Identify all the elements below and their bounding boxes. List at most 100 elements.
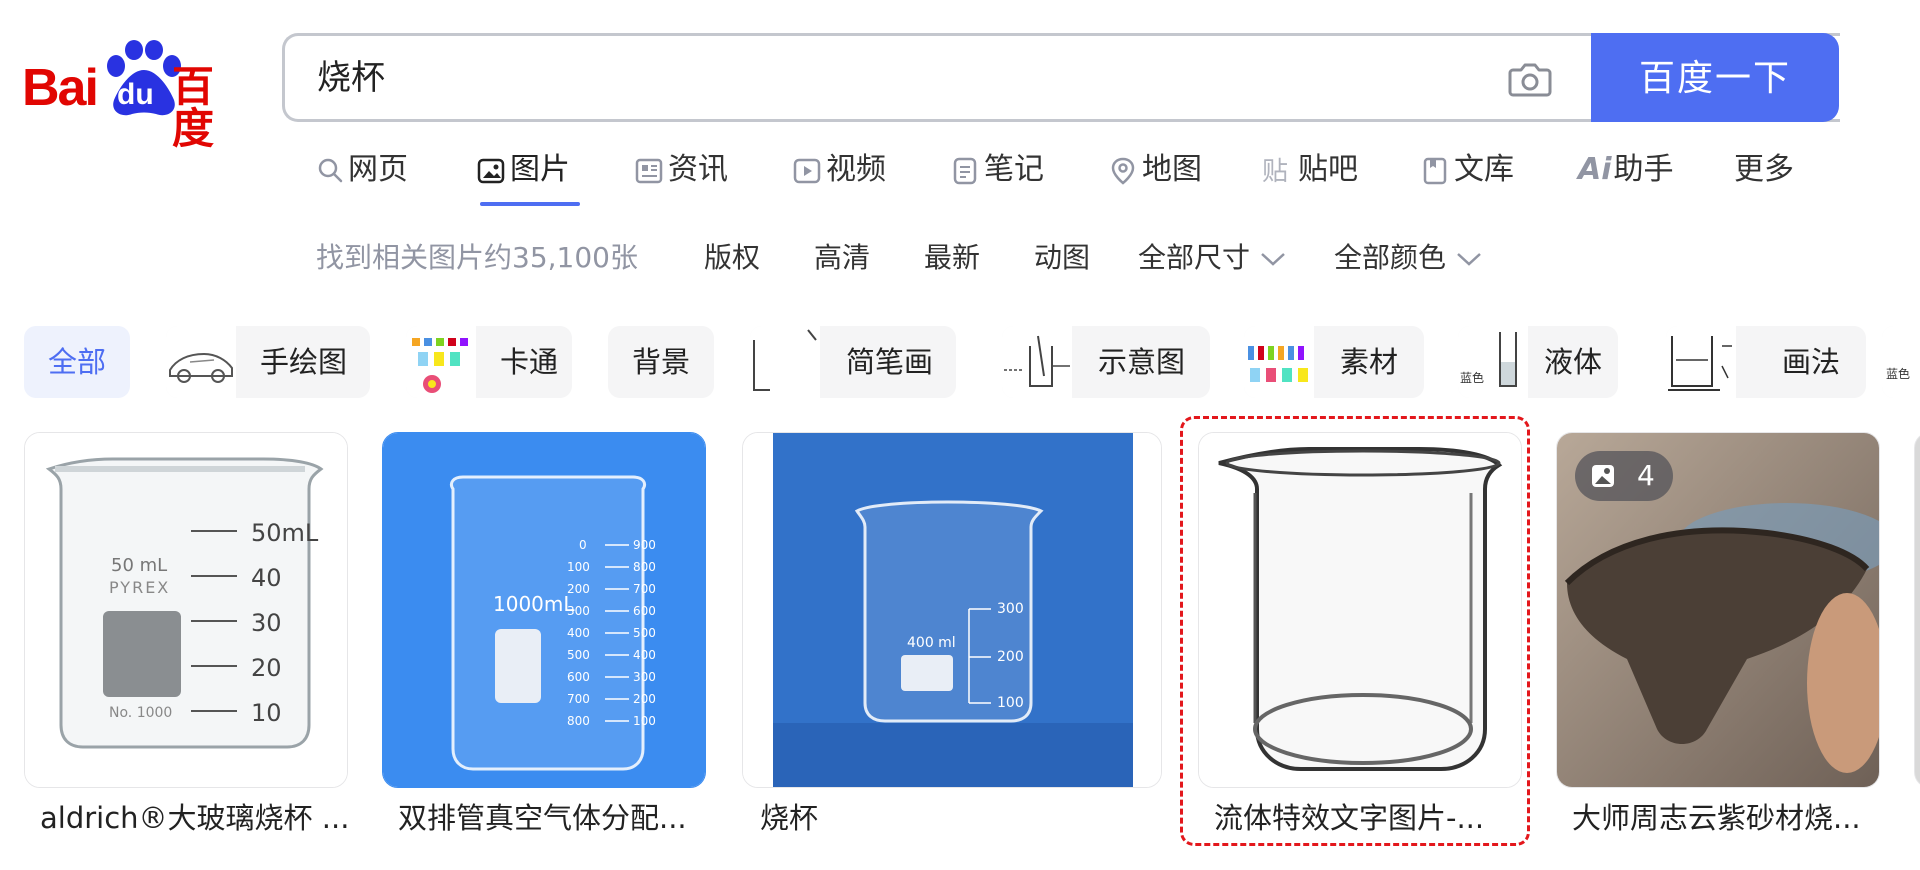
tab-label: 贴吧 (1298, 152, 1358, 187)
tab-news[interactable]: 资讯 (634, 150, 728, 210)
tab-label: 更多 (1734, 152, 1794, 187)
chip-label: 示意图 (1098, 345, 1186, 379)
svg-text:贴: 贴 (1262, 157, 1288, 186)
image-caption[interactable]: aldrich®大玻璃烧杯 ... (40, 798, 349, 838)
tab-label: 视频 (826, 152, 886, 187)
beaker-image: 400 ml 300 200 100 (743, 433, 1161, 787)
tieba-icon: 贴 (1262, 157, 1288, 186)
chip-diagram[interactable]: 示意图 (1002, 326, 1210, 398)
svg-text:700: 700 (567, 692, 590, 706)
image-card[interactable]: 400 ml 300 200 100 (742, 432, 1162, 788)
svg-text:PYREX: PYREX (109, 578, 170, 597)
svg-text:100: 100 (633, 714, 656, 728)
note-icon (953, 157, 977, 185)
svg-text:700: 700 (633, 582, 656, 596)
tab-tieba[interactable]: 贴 贴吧 (1262, 150, 1358, 210)
active-tab-indicator (480, 202, 580, 206)
chip-label: 画法 (1782, 345, 1841, 379)
gallery-count-badge: 4 (1575, 451, 1673, 501)
filter-latest[interactable]: 最新 (924, 238, 980, 278)
svg-text:10: 10 (251, 699, 282, 727)
filter-hd[interactable]: 高清 (814, 238, 870, 278)
tab-images[interactable]: 图片 (476, 150, 570, 210)
filter-animated[interactable]: 动图 (1034, 238, 1090, 278)
tab-label: 文库 (1454, 152, 1514, 187)
chip-liquid[interactable]: 蓝色 液体 (1458, 326, 1618, 398)
chevron-down-icon (1261, 253, 1285, 266)
svg-text:100: 100 (997, 695, 1024, 711)
search-button[interactable]: 百度一下 (1591, 33, 1839, 122)
chip-material[interactable]: 素材 (1244, 326, 1424, 398)
tab-web[interactable]: 网页 (316, 150, 408, 210)
tab-label: 资讯 (668, 152, 728, 187)
chip-thumbnail (166, 326, 236, 398)
chip-thumb-text: 蓝色 (1460, 371, 1484, 385)
chip-drawing-method[interactable]: 画法 (1666, 326, 1866, 398)
chip-partial[interactable]: 蓝色 (1882, 326, 1920, 398)
tab-notes[interactable]: 笔记 (950, 150, 1044, 210)
svg-text:No. 1000: No. 1000 (109, 705, 172, 721)
svg-text:400 ml: 400 ml (907, 635, 956, 651)
svg-text:900: 900 (633, 538, 656, 552)
tab-map[interactable]: 地图 (1108, 150, 1202, 210)
svg-text:40: 40 (251, 564, 282, 592)
svg-text:500: 500 (567, 648, 590, 662)
chip-thumbnail (1244, 326, 1314, 398)
color-dropdown[interactable]: 全部颜色 (1334, 238, 1482, 278)
tab-assistant[interactable]: Ai 助手 (1578, 150, 1674, 210)
image-card[interactable]: 4 (1556, 432, 1880, 788)
svg-text:400: 400 (633, 648, 656, 662)
svg-text:50 mL: 50 mL (111, 555, 167, 576)
chip-hand-drawn[interactable]: 手绘图 (166, 326, 370, 398)
svg-text:200: 200 (633, 692, 656, 706)
svg-text:600: 600 (567, 670, 590, 684)
tab-wenku[interactable]: 文库 (1420, 150, 1514, 210)
tab-more[interactable]: 更多 (1734, 150, 1794, 210)
chip-simple-drawing[interactable]: 简笔画 (750, 326, 956, 398)
svg-text:300: 300 (633, 670, 656, 684)
beaker-image (1199, 433, 1521, 787)
filter-bar: 找到相关图片约35,100张 版权 高清 最新 动图 全部尺寸 全部颜色 (316, 238, 1616, 278)
chip-all[interactable]: 全部 (24, 326, 130, 398)
badge-count: 4 (1637, 459, 1655, 492)
image-caption[interactable]: 流体特效文字图片-... (1214, 798, 1484, 838)
tab-video[interactable]: 视频 (792, 150, 886, 210)
svg-text:20: 20 (251, 654, 282, 682)
image-card[interactable]: 50 mL PYREX No. 1000 50mL 40 30 20 10 (24, 432, 348, 788)
image-caption[interactable]: 双排管真空气体分配... (398, 798, 687, 838)
chip-thumbnail (750, 326, 820, 398)
image-card-partial[interactable] (1914, 432, 1920, 788)
svg-text:800: 800 (567, 714, 590, 728)
svg-text:400: 400 (567, 626, 590, 640)
related-chips: 全部 手绘图 卡通 背景 简笔画 示意图 素材 蓝色 液体 画法 蓝色 (24, 326, 1920, 398)
svg-text:200: 200 (997, 649, 1024, 665)
logo-du-text: du (117, 78, 154, 111)
color-dropdown-label: 全部颜色 (1334, 241, 1447, 274)
ai-icon: Ai (1578, 152, 1612, 187)
chevron-down-icon (1457, 253, 1481, 266)
svg-text:200: 200 (567, 582, 590, 596)
chip-cartoon[interactable]: 卡通 (406, 326, 572, 398)
baidu-logo[interactable]: Bai du 百度 (22, 40, 252, 150)
image-caption[interactable]: 烧杯 (760, 798, 818, 838)
filter-copyright[interactable]: 版权 (704, 238, 760, 278)
logo-latin-text: Bai (22, 59, 99, 117)
svg-text:300: 300 (567, 604, 590, 618)
chip-label: 卡通 (500, 345, 559, 379)
chip-label: 素材 (1340, 345, 1399, 379)
chip-label: 全部 (48, 345, 107, 379)
chip-thumb-text: 蓝色 (1886, 367, 1910, 381)
image-caption[interactable]: 大师周志云紫砂材烧... (1572, 798, 1861, 838)
image-card[interactable] (1198, 432, 1522, 788)
svg-text:30: 30 (251, 609, 282, 637)
svg-text:0: 0 (579, 538, 587, 552)
beaker-image: 50 mL PYREX No. 1000 50mL 40 30 20 10 (25, 433, 347, 787)
image-card[interactable]: 1000mL 0 100 200 300 400 500 600 700 800… (382, 432, 706, 788)
camera-icon[interactable] (1507, 56, 1553, 102)
tab-label: 网页 (348, 152, 408, 187)
chip-background[interactable]: 背景 (608, 326, 714, 398)
search-input[interactable]: 烧杯 (317, 58, 385, 98)
chip-thumbnail: 蓝色 (1882, 326, 1920, 398)
svg-text:100: 100 (567, 560, 590, 574)
size-dropdown[interactable]: 全部尺寸 (1138, 238, 1286, 278)
